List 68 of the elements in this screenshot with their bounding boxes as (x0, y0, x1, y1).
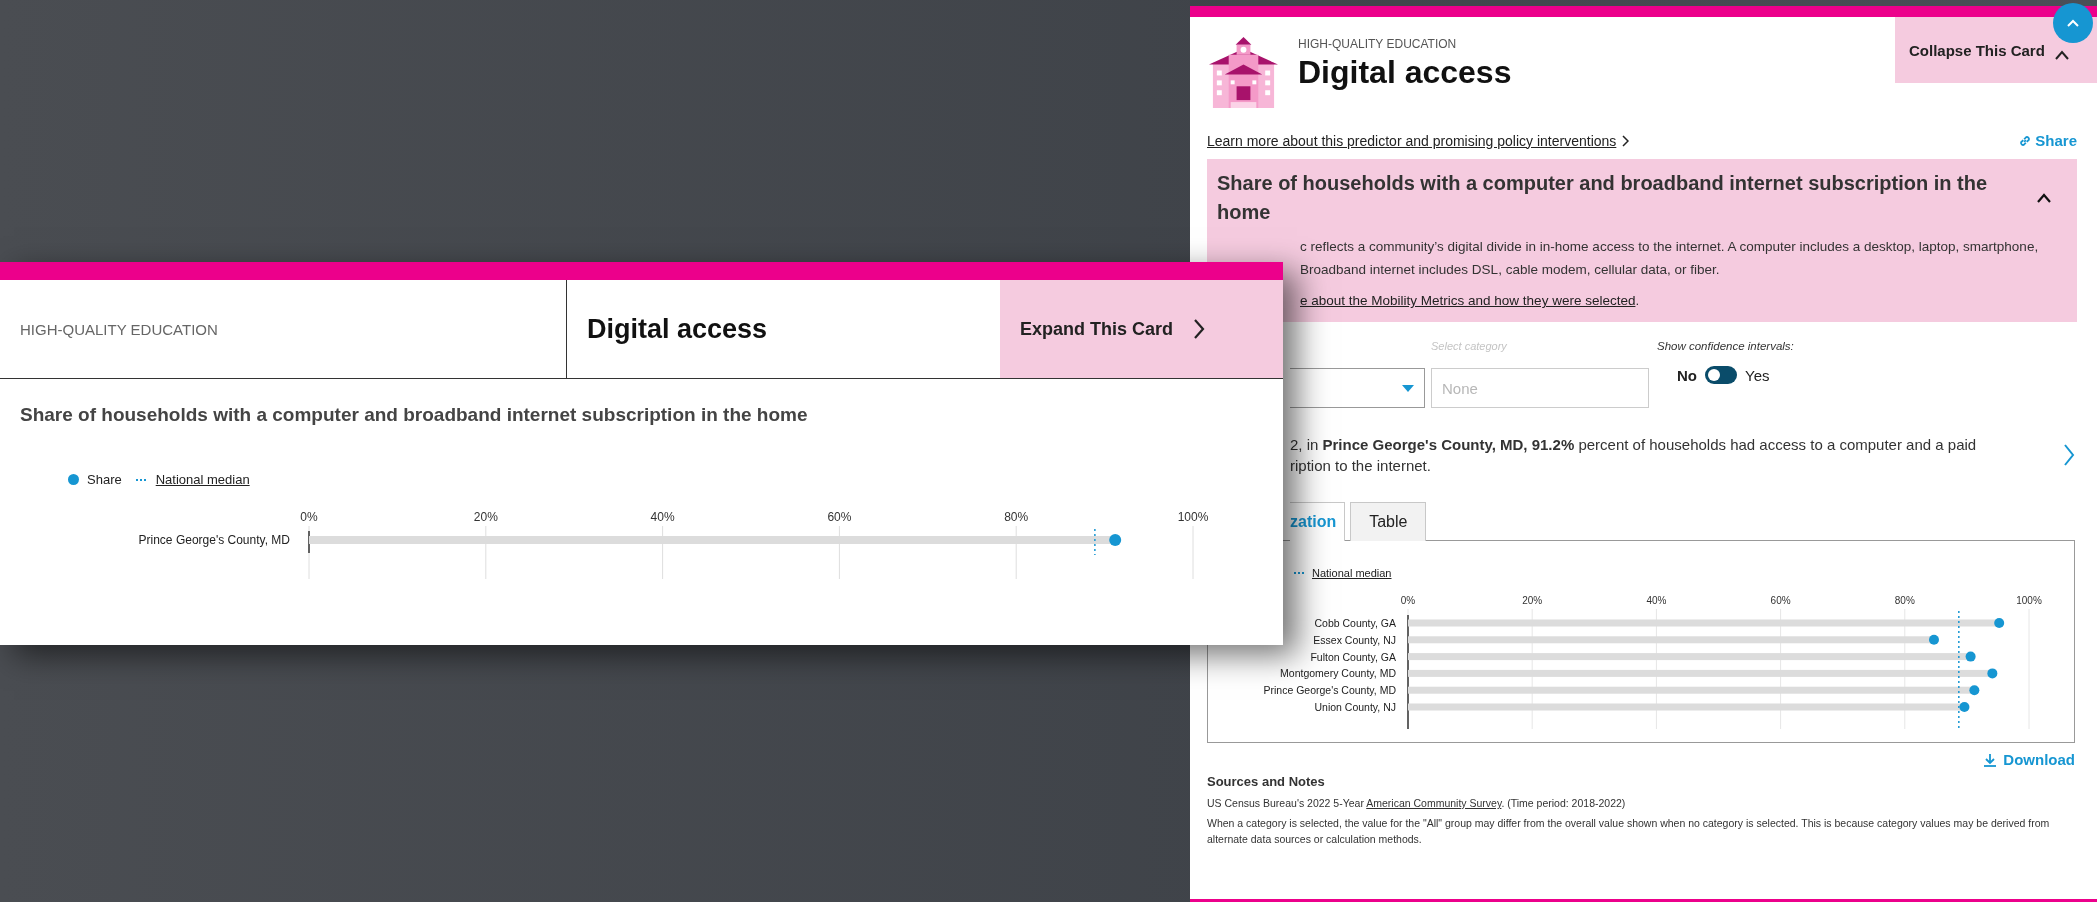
chevron-icon[interactable] (2037, 193, 2051, 203)
legend-label[interactable]: National median (1312, 567, 1392, 579)
dropdown-field[interactable] (1290, 368, 1425, 408)
axis-tick-label: 0% (1400, 595, 1416, 606)
toggle-label: No (1677, 366, 1697, 384)
description-text: Broadband internet includes DSL, cable modem, cellular data, or fiber. (1300, 261, 1721, 279)
category-label: HIGH-QUALITY EDUCATION (20, 320, 218, 338)
chevron-right-icon[interactable] (2063, 444, 2075, 466)
summary-text: 2, in Prince George's County, MD, 91.2% percent of households had access to a computer and a paid (1290, 435, 1977, 455)
note-text: When a category is selected, the value for the "All" group may differ from the overall value shown when no category is selected. This is because category values may be derived from alternate data sources or calculation methods. (1207, 816, 2051, 847)
chevron-right-icon (1193, 318, 1206, 340)
axis-tick-label: 80% (1894, 595, 1915, 606)
axis-tick-label: 40% (650, 510, 675, 524)
toggle-switch[interactable] (1705, 366, 1737, 384)
axis-tick-label: 40% (1646, 595, 1667, 606)
field-label: Show confidence intervals: (1657, 339, 1794, 354)
card-title: Digital access (587, 313, 768, 345)
download-icon (1983, 752, 1998, 767)
tab[interactable]: Table (1350, 502, 1427, 541)
category-label: Cobb County, GA (1314, 617, 1396, 629)
legend-label[interactable]: National median (155, 472, 250, 487)
category-label: Union County, NJ (1314, 701, 1396, 713)
category-field[interactable]: None (1431, 368, 1649, 408)
dropdown-caret-icon (1402, 384, 1414, 392)
chevron-right-icon (1621, 134, 1630, 147)
card-title: Digital access (1298, 54, 1512, 91)
axis-tick-label: 60% (1770, 595, 1791, 606)
data-point (1959, 702, 1970, 712)
learn-more-link[interactable]: Learn more about this predictor and promising policy interventions (1207, 132, 1617, 149)
toggle-label: Yes (1745, 366, 1770, 384)
data-point (1929, 634, 1939, 645)
category-label: HIGH-QUALITY EDUCATION (1298, 37, 1458, 51)
collapse-card-button[interactable]: Collapse This Card (1895, 17, 2097, 83)
category-label: Fulton County, GA (1310, 650, 1396, 663)
axis-tick-label: 100% (1177, 510, 1209, 524)
data-point (1994, 618, 2005, 628)
legend-label: Share (87, 472, 122, 487)
link-icon (2018, 133, 2033, 148)
axis-tick-label: 60% (827, 510, 852, 524)
axis-tick-label: 100% (2016, 595, 2042, 606)
chevron-up-icon (2066, 18, 2080, 28)
category-label: Prince George's County, MD (1263, 684, 1396, 697)
punctuation-text: . (1635, 293, 1640, 308)
metric-title: Share of households with a computer and broadband internet subscription in the home (1217, 171, 1989, 225)
section-heading: Sources and Notes (1207, 774, 1326, 789)
dotted-line-icon (1294, 571, 1306, 575)
category-label: Prince George's County, MD (138, 533, 290, 547)
data-point (1969, 685, 1980, 696)
data-point (1987, 668, 1998, 679)
axis-tick-label: 0% (300, 510, 318, 524)
median-line (1094, 528, 1096, 556)
data-point (1965, 651, 1976, 662)
category-label: Montgomery County, MD (1280, 667, 1396, 680)
dotted-line-icon (135, 477, 148, 482)
school-building-icon (1207, 35, 1280, 108)
field-label: Select category (1431, 339, 1508, 354)
source-text: US Census Bureau's 2022 5-Year American Community Survey. (Time period: 2018-2022) (1207, 796, 1627, 811)
description-text: c reflects a community’s digital divide in in-home access to the internet. A computer includes a desktop, laptop, smartphone, (1300, 238, 2040, 256)
axis-tick-label: 20% (473, 510, 498, 524)
chevron-up-icon (2054, 50, 2069, 60)
axis-tick-label: 20% (1522, 595, 1543, 606)
data-point (1109, 534, 1122, 546)
legend-dot-icon (68, 474, 79, 485)
category-label: Essex County, NJ (1313, 633, 1396, 646)
expand-card-button[interactable]: Expand This Card (1000, 280, 1283, 378)
metric-title: Share of households with a computer and broadband internet subscription in the home (20, 404, 809, 426)
axis-tick-label: 80% (1004, 510, 1029, 524)
summary-text: ription to the internet. (1290, 456, 1432, 476)
